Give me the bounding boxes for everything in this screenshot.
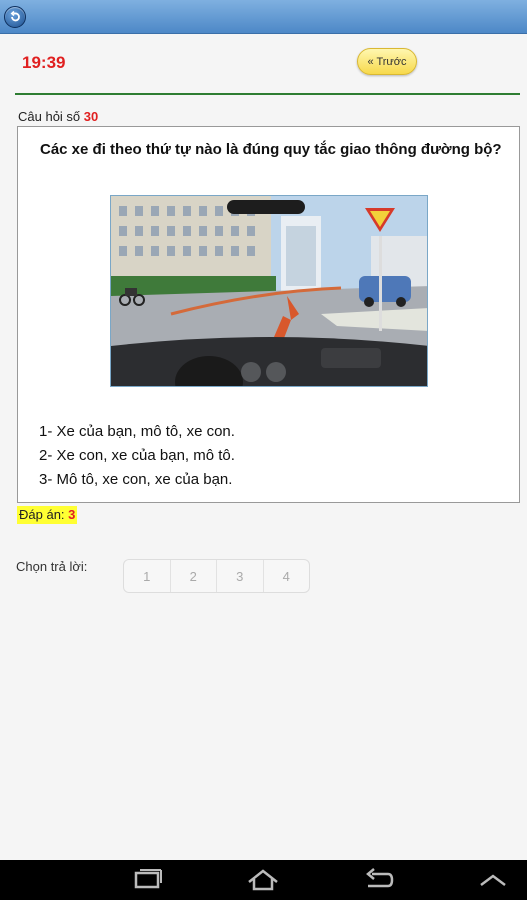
- choice-button-4[interactable]: 4: [264, 560, 310, 592]
- home-icon[interactable]: [245, 868, 281, 892]
- choice-button-1[interactable]: 1: [124, 560, 171, 592]
- correct-answer: Đáp án: 3: [17, 506, 78, 524]
- correct-answer-value: 3: [68, 507, 76, 522]
- choice-button-3[interactable]: 3: [217, 560, 264, 592]
- chevron-up-icon[interactable]: [475, 868, 511, 892]
- quiz-header: 19:39 « Trước: [0, 34, 527, 94]
- countdown-timer: 19:39: [22, 53, 66, 72]
- question-number-label: Câu hỏi số: [18, 109, 81, 124]
- question-number: Câu hỏi số 30: [18, 109, 98, 124]
- question-number-value: 30: [83, 109, 99, 124]
- traffic-scene-image: [110, 195, 428, 387]
- answer-option: 3- Mô tô, xe con, xe của bạn.: [39, 471, 233, 488]
- choose-answer-label: Chọn trả lời:: [16, 559, 88, 574]
- answer-choice-group: 1 2 3 4: [123, 559, 310, 593]
- answer-options: 1- Xe của bạn, mô tô, xe con. 2- Xe con,…: [39, 420, 235, 492]
- answer-option: 2- Xe con, xe của bạn, mô tô.: [39, 447, 235, 464]
- back-circle-glyph: [10, 10, 20, 22]
- system-navigation-bar: [0, 860, 527, 900]
- answer-option: 1- Xe của bạn, mô tô, xe con.: [39, 423, 235, 440]
- recent-apps-icon[interactable]: [130, 868, 166, 892]
- action-bar: [0, 0, 527, 34]
- header-divider: [15, 93, 520, 95]
- question-text: Các xe đi theo thứ tự nào là đúng quy tắ…: [40, 141, 502, 158]
- correct-answer-label: Đáp án:: [19, 507, 65, 522]
- back-arrow-icon[interactable]: [360, 868, 396, 892]
- question-card: Các xe đi theo thứ tự nào là đúng quy tắ…: [17, 126, 520, 503]
- traffic-scene-drawing: [111, 196, 427, 386]
- back-circle-icon[interactable]: [4, 6, 26, 28]
- choice-button-2[interactable]: 2: [171, 560, 217, 592]
- previous-question-button[interactable]: « Trước: [357, 48, 417, 75]
